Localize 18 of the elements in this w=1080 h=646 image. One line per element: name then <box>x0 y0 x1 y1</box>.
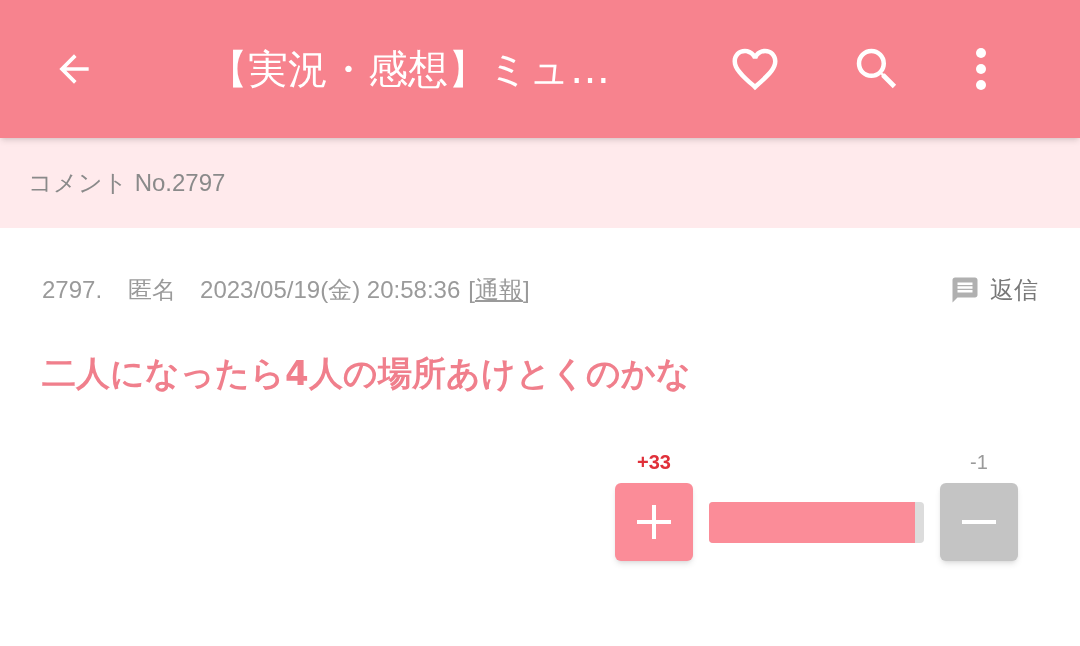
minus-button[interactable] <box>940 483 1018 561</box>
bracket: [ <box>468 275 475 305</box>
minus-icon <box>962 520 996 524</box>
reply-link[interactable]: 返信 <box>990 272 1038 308</box>
comment-text: 二人になったら4人の場所あけとくのかな <box>42 352 692 395</box>
page-title: 【実況・感想】ミュ… <box>208 45 611 94</box>
plus-button[interactable] <box>615 483 693 561</box>
author-name: 匿名 <box>128 275 177 305</box>
bracket: ] <box>522 275 530 305</box>
plus-icon <box>637 505 671 539</box>
plus-count: +33 <box>636 450 672 475</box>
minus-count: -1 <box>969 450 989 475</box>
report-link[interactable]: 通報 <box>474 272 523 308</box>
comment-number: 2797. <box>42 275 103 305</box>
comment-number-header: コメント No.2797 <box>28 168 226 198</box>
comment-icon[interactable] <box>950 275 980 305</box>
more-icon[interactable] <box>974 47 988 91</box>
comment-date: 2023/05/19(金) 20:58:36 <box>200 275 461 305</box>
